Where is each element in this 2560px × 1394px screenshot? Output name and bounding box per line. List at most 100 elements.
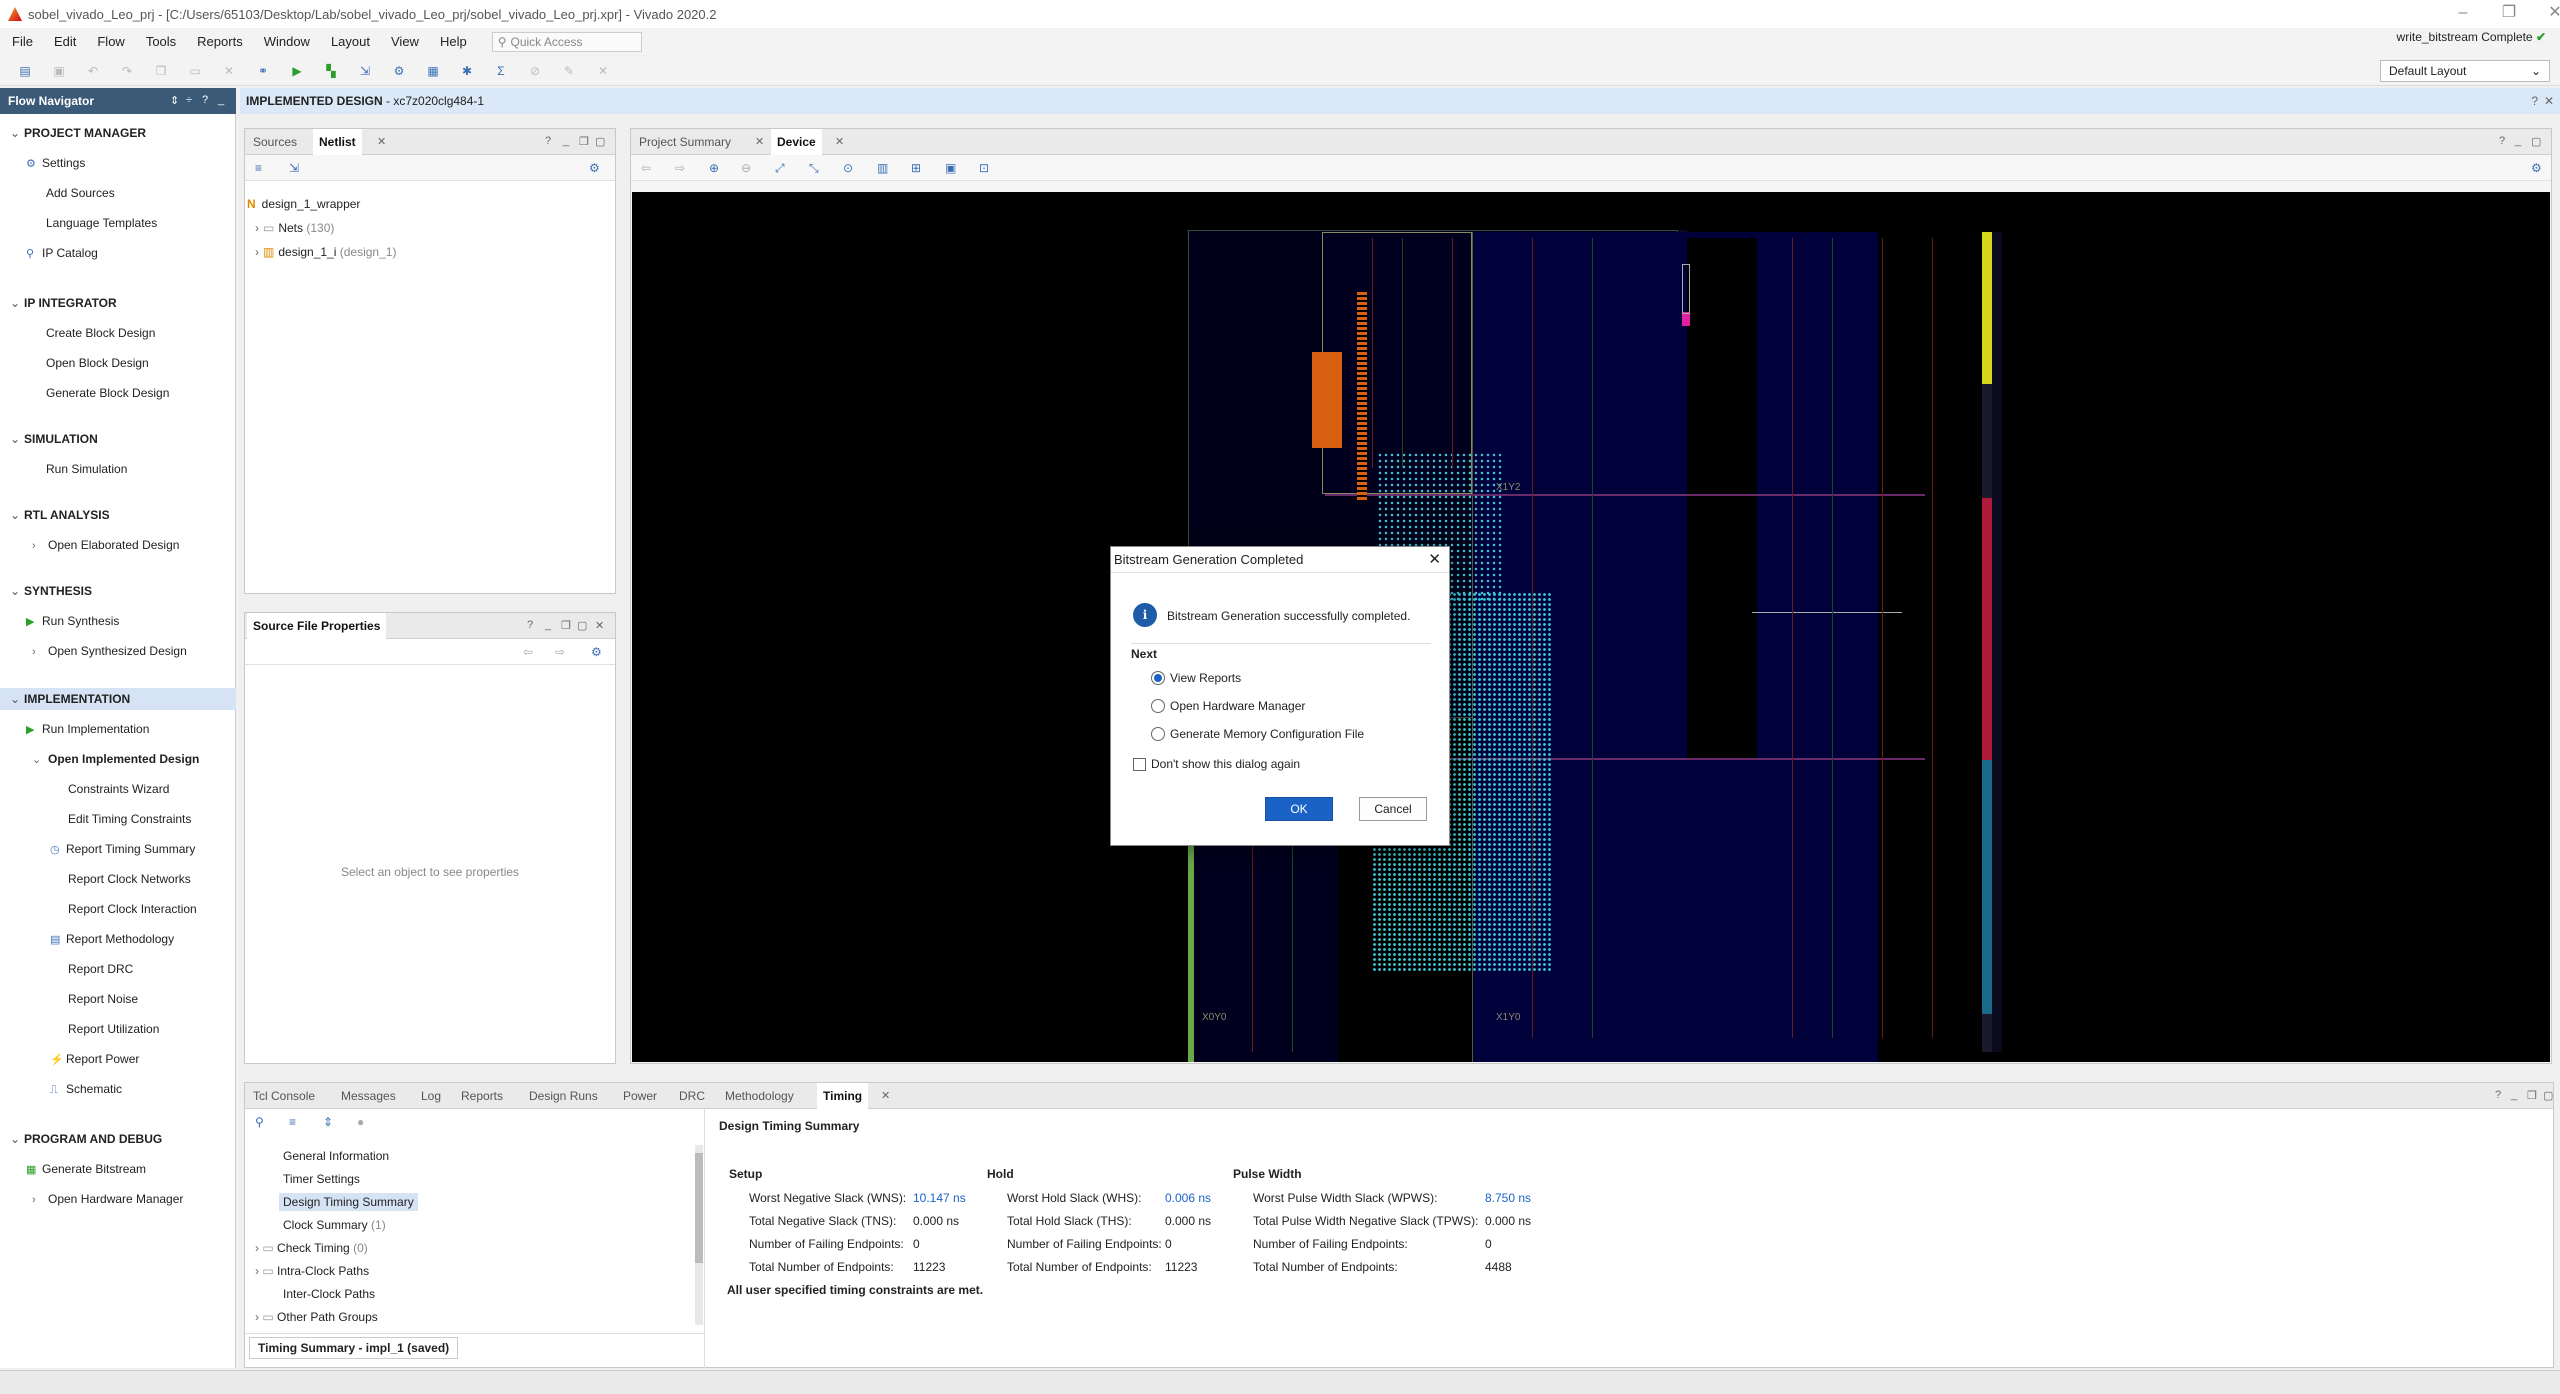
nav-generate-bitstream[interactable]: ▦ Generate Bitstream (26, 1162, 146, 1176)
tab-device[interactable]: Device (771, 129, 822, 155)
close-icon[interactable]: ✕ (2544, 94, 2554, 108)
report-icon[interactable]: ▦ (424, 62, 442, 80)
save-icon[interactable]: ▣ (50, 62, 68, 80)
tree-root[interactable]: Ndesign_1_wrapper (247, 197, 360, 211)
help-icon[interactable]: ? (2499, 135, 2505, 147)
nav-open-elaborated-design[interactable]: › Open Elaborated Design (32, 538, 179, 552)
expand-all-icon[interactable]: ⇲ (289, 161, 299, 175)
search-icon[interactable]: ⚲ (255, 1115, 264, 1129)
back-icon[interactable]: ⇦ (641, 161, 651, 175)
close-icon[interactable]: ✕ (755, 135, 764, 148)
menu-reports[interactable]: Reports (197, 34, 243, 49)
debug-icon[interactable]: ✎ (560, 62, 578, 80)
nav-report-noise[interactable]: Report Noise (68, 992, 138, 1006)
gear-icon[interactable]: ⚙ (2531, 161, 2542, 175)
tree-clock-summary[interactable]: Clock Summary (1) (283, 1218, 386, 1232)
menu-tools[interactable]: Tools (146, 34, 176, 49)
gear-icon[interactable]: ✱ (458, 62, 476, 80)
nav-settings[interactable]: ⚙ Settings (26, 156, 85, 170)
expand-all-icon[interactable]: ⇕ (323, 1115, 333, 1129)
collapse-all-icon[interactable]: ≡ (255, 161, 262, 175)
minimize-panel-icon[interactable]: _ (563, 135, 569, 147)
minimize-panel-icon[interactable]: _ (2511, 1089, 2517, 1101)
tab-project-summary[interactable]: Project Summary (633, 129, 737, 155)
menu-flow[interactable]: Flow (97, 34, 124, 49)
tree-scrollbar[interactable] (695, 1145, 703, 1325)
nav-report-clock-networks[interactable]: Report Clock Networks (68, 872, 191, 886)
section-implementation[interactable]: ⌄ IMPLEMENTATION (10, 692, 130, 706)
sigma-icon[interactable]: Σ (492, 62, 510, 80)
menu-view[interactable]: View (391, 34, 419, 49)
nav-run-implementation[interactable]: ▶ Run Implementation (26, 722, 149, 736)
select-area-icon[interactable]: ▣ (945, 161, 956, 175)
fit-selection-icon[interactable]: ⊡ (979, 161, 989, 175)
nav-open-block-design[interactable]: Open Block Design (46, 356, 149, 370)
tree-general-information[interactable]: General Information (283, 1149, 389, 1163)
section-rtl-analysis[interactable]: ⌄ RTL ANALYSIS (10, 508, 110, 522)
tab-methodology[interactable]: Methodology (719, 1083, 800, 1109)
nav-add-sources[interactable]: Add Sources (46, 186, 115, 200)
restore-panel-icon[interactable]: ❐ (2527, 1089, 2537, 1102)
section-synthesis[interactable]: ⌄ SYNTHESIS (10, 584, 92, 598)
routing-icon[interactable]: ▥ (877, 161, 888, 175)
help-icon[interactable]: ? (545, 135, 551, 147)
gear-icon[interactable]: ⚙ (589, 161, 600, 175)
help-icon[interactable]: ? (2495, 1089, 2501, 1101)
tree-other-path-groups[interactable]: › ▭ Other Path Groups (255, 1310, 378, 1324)
menu-file[interactable]: File (12, 34, 33, 49)
section-ip-integrator[interactable]: ⌄ IP INTEGRATOR (10, 296, 117, 310)
zoom-fit-icon[interactable]: ⤢ (775, 161, 785, 176)
wpws-value[interactable]: 8.750 ns (1485, 1191, 1531, 1205)
nav-run-simulation[interactable]: Run Simulation (46, 462, 127, 476)
collapse-all-icon[interactable]: ≡ (289, 1115, 296, 1129)
undo-icon[interactable]: ↶ (84, 62, 102, 80)
close-icon[interactable]: ✕ (595, 619, 604, 632)
nav-create-block-design[interactable]: Create Block Design (46, 326, 155, 340)
nav-run-synthesis[interactable]: ▶ Run Synthesis (26, 614, 119, 628)
nav-constraints-wizard[interactable]: Constraints Wizard (68, 782, 169, 796)
restore-panel-icon[interactable]: ❐ (579, 135, 589, 148)
radio-open-hardware-manager[interactable]: Open Hardware Manager (1151, 699, 1305, 713)
program-icon[interactable]: ⇲ (356, 62, 374, 80)
help-icon[interactable]: ? (527, 619, 533, 631)
stop-icon[interactable]: ● (357, 1115, 364, 1129)
quick-access-input[interactable]: ⚲ Quick Access (491, 31, 642, 52)
nav-ip-catalog[interactable]: ⚲ IP Catalog (26, 246, 98, 260)
scrollbar-thumb[interactable] (695, 1153, 703, 1263)
redo-icon[interactable]: ↷ (118, 62, 136, 80)
nav-report-drc[interactable]: Report DRC (68, 962, 133, 976)
nav-language-templates[interactable]: Language Templates (46, 216, 157, 230)
auto-fit-icon[interactable]: ⊙ (843, 161, 853, 175)
layout-select[interactable]: Default Layout ⌄ (2380, 60, 2550, 82)
section-simulation[interactable]: ⌄ SIMULATION (10, 432, 98, 446)
nav-report-clock-interaction[interactable]: Report Clock Interaction (68, 902, 197, 916)
tab-netlist[interactable]: Netlist (313, 129, 362, 155)
menu-help[interactable]: Help (440, 34, 467, 49)
nav-open-hardware-manager[interactable]: › Open Hardware Manager (32, 1192, 183, 1206)
maximize-panel-icon[interactable]: ▢ (2531, 135, 2541, 148)
radio-generate-memory-config[interactable]: Generate Memory Configuration File (1151, 727, 1364, 741)
menu-window[interactable]: Window (264, 34, 310, 49)
help-icon[interactable]: ? (2531, 94, 2538, 108)
tab-design-runs[interactable]: Design Runs (523, 1083, 604, 1109)
maximize-panel-icon[interactable]: ▢ (595, 135, 605, 148)
maximize-panel-icon[interactable]: ▢ (2543, 1089, 2553, 1102)
timing-run-tab[interactable]: Timing Summary - impl_1 (saved) (249, 1337, 459, 1359)
tree-design-timing-summary[interactable]: Design Timing Summary (279, 1193, 418, 1211)
tab-sources[interactable]: Sources (247, 129, 303, 155)
tree-check-timing[interactable]: › ▭ Check Timing (0) (255, 1241, 368, 1255)
dont-show-checkbox[interactable]: Don't show this dialog again (1133, 757, 1300, 771)
menu-layout[interactable]: Layout (331, 34, 370, 49)
restore-panel-icon[interactable]: ❐ (561, 619, 571, 632)
nav-open-implemented-design[interactable]: ⌄ Open Implemented Design (32, 752, 199, 766)
back-icon[interactable]: ⇦ (523, 645, 533, 659)
maximize-panel-icon[interactable]: ▢ (577, 619, 587, 632)
zoom-in-icon[interactable]: ⊕ (709, 161, 719, 175)
nav-edit-timing-constraints[interactable]: Edit Timing Constraints (68, 812, 191, 826)
close-icon[interactable]: ✕ (377, 135, 386, 148)
zoom-out-icon[interactable]: ⊖ (741, 161, 751, 175)
open-project-icon[interactable]: ▤ (16, 62, 34, 80)
close-icon[interactable]: ✕ (1428, 547, 1441, 573)
restore-icon[interactable]: ❐ (2486, 0, 2532, 28)
minimize-panel-icon[interactable]: _ (218, 94, 224, 106)
